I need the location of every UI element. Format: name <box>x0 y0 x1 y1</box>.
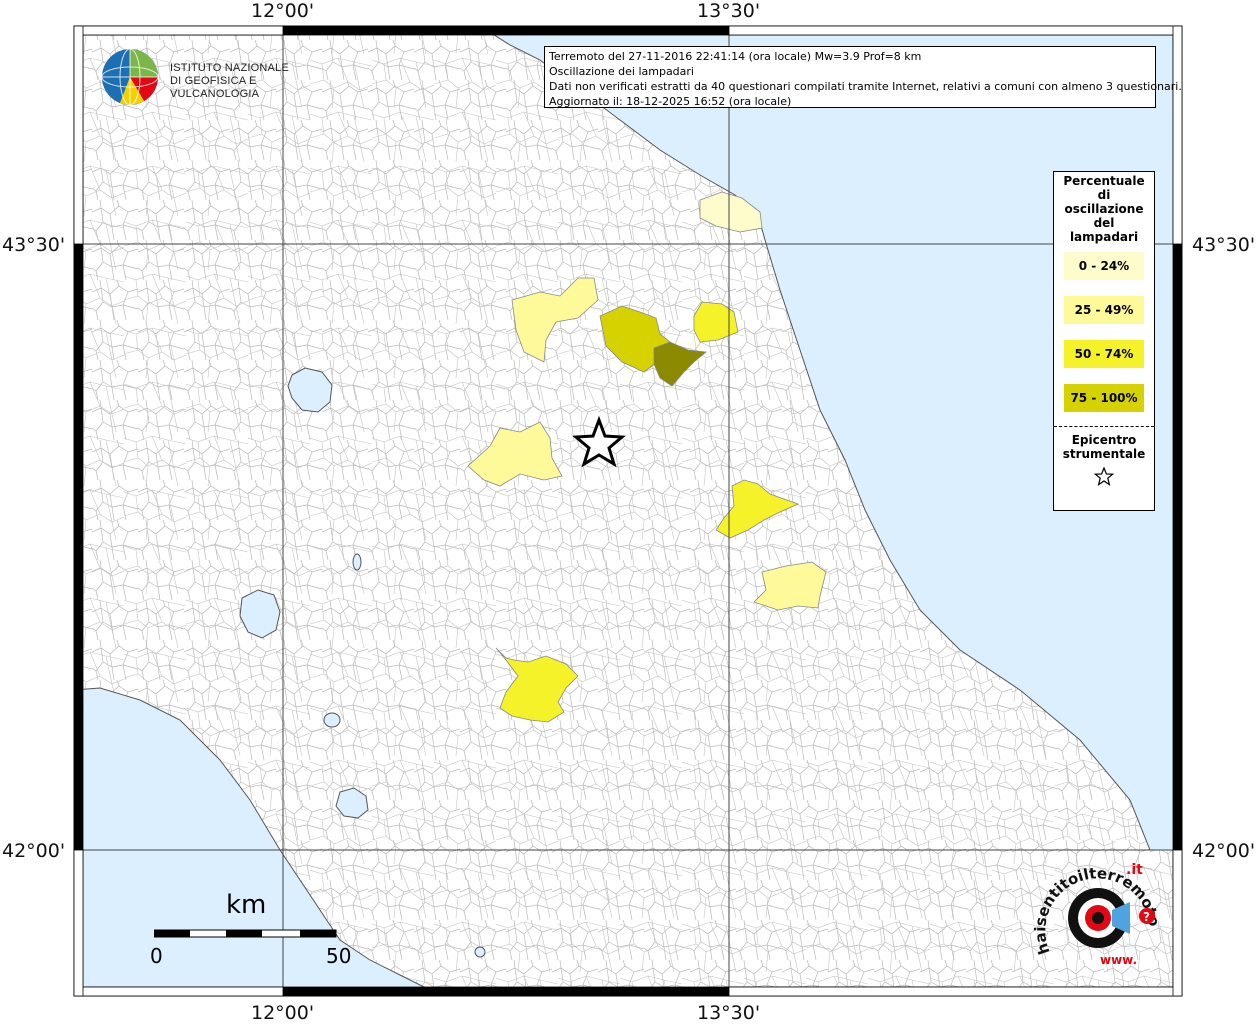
legend-title-line: oscillazione <box>1064 202 1144 216</box>
legend-title-line: Percentuale <box>1063 174 1145 188</box>
event-info-box: Terremoto del 27-11-2016 22:41:14 (ora l… <box>544 46 1182 108</box>
tick-bottom-13-30: 13°30' <box>697 1002 761 1024</box>
data-note: Dati non verificati estratti da 40 quest… <box>549 80 1182 93</box>
ingv-name-line1: ISTITUTO NAZIONALE <box>170 62 289 74</box>
legend-title-line: di <box>1097 188 1111 202</box>
hai-sentito-logo: haisentitoilterremoto .it www. ? <box>1030 860 1170 980</box>
scale-unit-label: km <box>226 890 267 920</box>
hst-text-q: ? <box>1143 910 1150 924</box>
tick-right-42-00: 42°00' <box>1192 840 1256 862</box>
legend-class-0-24: 0 - 24% <box>1064 252 1144 280</box>
hai-sentito-badge-icon: haisentitoilterremoto .it www. ? <box>1031 862 1163 967</box>
map-subject: Oscillazione dei lampadari <box>549 65 694 78</box>
legend-class-25-49: 25 - 49% <box>1064 296 1144 324</box>
tick-top-13-30: 13°30' <box>697 0 761 22</box>
legend-title-line: del <box>1093 216 1115 230</box>
legend: Percentuale di oscillazione del lampadar… <box>1053 171 1155 511</box>
update-timestamp: Aggiornato il: 18-12-2025 16:52 (ora loc… <box>549 95 792 108</box>
tick-left-43-30: 43°30' <box>2 234 66 256</box>
hst-text-it: .it <box>1126 862 1143 878</box>
tick-bottom-12-00: 12°00' <box>251 1002 315 1024</box>
legend-epicenter-line: strumentale <box>1062 447 1146 461</box>
tick-right-43-30: 43°30' <box>1192 234 1256 256</box>
legend-divider <box>1054 426 1154 427</box>
tick-left-42-00: 42°00' <box>2 840 66 862</box>
event-title: Terremoto del 27-11-2016 22:41:14 (ora l… <box>549 50 922 63</box>
scale-min-label: 0 <box>150 944 163 968</box>
star-outline-icon <box>1093 466 1115 486</box>
ingv-name-line2: DI GEOFISICA E VULCANOLOGIA <box>170 75 260 100</box>
ingv-logo: ISTITUTO NAZIONALE DI GEOFISICA E VULCAN… <box>100 46 320 108</box>
legend-epicenter-label: Epicentro strumentale <box>1054 433 1154 461</box>
scale-bar-graphic <box>154 929 337 938</box>
legend-class-50-74: 50 - 74% <box>1064 340 1144 368</box>
legend-class-75-100: 75 - 100% <box>1064 384 1144 412</box>
scale-bar: km 0 50 <box>150 890 352 970</box>
tick-top-12-00: 12°00' <box>251 0 315 22</box>
legend-epicenter-line: Epicentro <box>1071 433 1137 447</box>
scale-max-label: 50 <box>326 944 352 968</box>
ingv-globe-icon <box>101 48 159 106</box>
legend-title: Percentuale di oscillazione del lampadar… <box>1054 174 1154 244</box>
hst-text-www: www. <box>1100 953 1137 967</box>
legend-title-line: lampadari <box>1069 230 1139 244</box>
